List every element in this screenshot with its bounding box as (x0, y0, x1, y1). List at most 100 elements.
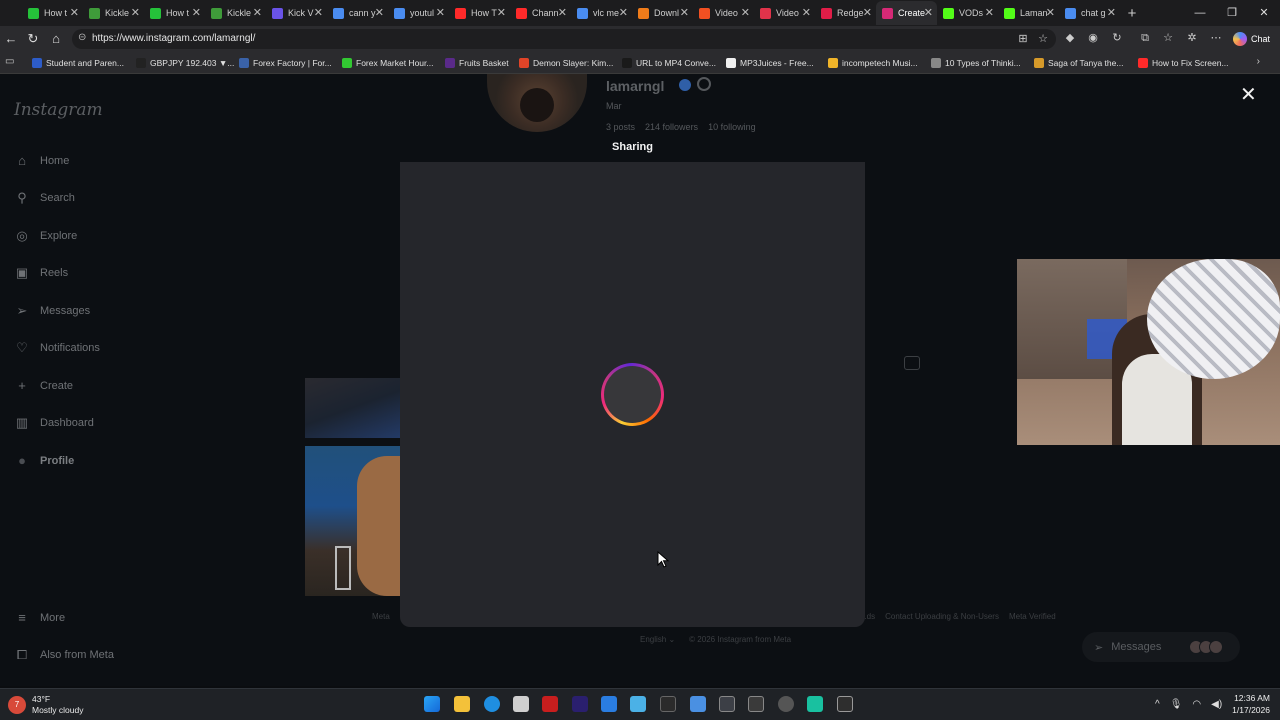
close-modal-icon[interactable]: ✕ (1240, 82, 1257, 107)
bookmark-item[interactable]: GBPJPY 192.403 ▼... (136, 56, 234, 70)
browser-tab[interactable]: cann y ✕ (327, 1, 388, 25)
app-f-icon[interactable] (660, 696, 676, 712)
wifi-icon[interactable]: ◠ (1192, 699, 1201, 710)
followers-count[interactable]: 214 followers (645, 122, 698, 132)
favorites-icon[interactable]: ☆ (1161, 31, 1175, 45)
sidebar-item-create[interactable]: + Create (14, 376, 73, 396)
profile-avatar[interactable] (487, 74, 587, 132)
browser-tab[interactable]: How t ✕ (22, 1, 83, 25)
home-browser-icon[interactable]: ⌂ (47, 30, 65, 48)
volume-icon[interactable]: ◀) (1211, 699, 1222, 710)
refresh-extension-icon[interactable]: ↻ (1110, 31, 1124, 45)
tab-close-icon[interactable]: ✕ (619, 6, 628, 19)
bookmark-item[interactable]: Student and Paren... (32, 56, 124, 70)
app-green-icon[interactable] (807, 696, 823, 712)
calculator-icon[interactable] (748, 696, 764, 712)
bookmark-item[interactable]: MP3Juices - Free... (726, 56, 814, 70)
browser-tab[interactable]: Redge ✕ (815, 1, 876, 25)
more-menu-icon[interactable]: ⋯ (1209, 31, 1223, 45)
tab-close-icon[interactable]: ✕ (802, 6, 811, 19)
clock[interactable]: 12:36 AM 1/17/2026 (1232, 692, 1270, 716)
extension-diamond-icon[interactable]: ◆ (1063, 31, 1077, 45)
browser-tab[interactable]: Video ✕ (693, 1, 754, 25)
file-explorer-icon[interactable] (454, 696, 470, 712)
sidebar-item-more[interactable]: ≡ More (14, 608, 65, 628)
app-cyan-icon[interactable] (630, 696, 646, 712)
bookmark-item[interactable]: How to Fix Screen... (1138, 56, 1229, 70)
tab-close-icon[interactable]: ✕ (131, 6, 140, 19)
browser-tab[interactable]: vlc me ✕ (571, 1, 632, 25)
settings-gear-icon[interactable] (697, 77, 711, 91)
close-window-icon[interactable]: ✕ (1248, 0, 1280, 26)
sidebar-item-messages[interactable]: ➢ Messages (14, 301, 91, 321)
bookmark-item[interactable]: Saga of Tanya the... (1034, 56, 1123, 70)
tab-close-icon[interactable]: ✕ (375, 6, 384, 19)
sidebar-item-profile[interactable]: ● Profile (14, 451, 74, 471)
capcut-icon[interactable] (837, 696, 853, 712)
favorite-star-icon[interactable]: ☆ (1036, 32, 1050, 46)
minimize-icon[interactable]: — (1184, 0, 1216, 26)
bookmark-item[interactable]: Fruits Basket (445, 56, 509, 70)
browser-tab[interactable]: Kick V ✕ (266, 1, 327, 25)
back-icon[interactable]: ← (2, 30, 20, 48)
bookmark-item[interactable]: URL to MP4 Conve... (622, 56, 716, 70)
site-info-icon[interactable]: ⊝ (78, 32, 86, 43)
app-red-icon[interactable] (542, 696, 558, 712)
following-count[interactable]: 10 following (708, 122, 756, 132)
microphone-icon[interactable]: 🎙 (1170, 699, 1183, 710)
reading-view-icon[interactable]: ▭ (5, 56, 14, 67)
tab-close-icon[interactable]: ✕ (924, 6, 933, 19)
posts-count[interactable]: 3 posts (606, 122, 635, 132)
tab-close-icon[interactable]: ✕ (741, 6, 750, 19)
post-thumbnail[interactable] (305, 378, 400, 438)
browser-tab[interactable]: Kickle ✕ (83, 1, 144, 25)
copilot-chat-button[interactable]: Chat (1232, 30, 1270, 48)
edge-browser-icon[interactable] (484, 696, 500, 712)
tab-close-icon[interactable]: ✕ (314, 6, 323, 19)
tab-close-icon[interactable]: ✕ (436, 6, 445, 19)
obs-icon[interactable] (778, 696, 794, 712)
instagram-logo[interactable]: Instagram (14, 100, 103, 120)
tab-close-icon[interactable]: ✕ (1046, 6, 1055, 19)
tab-close-icon[interactable]: ✕ (680, 6, 689, 19)
sidebar-item-home[interactable]: ⌂ Home (14, 151, 69, 171)
sidebar-item-dashboard[interactable]: ▥ Dashboard (14, 413, 94, 433)
split-screen-icon[interactable]: ⧉ (1138, 31, 1152, 45)
browser-tab[interactable]: chat g ✕ (1059, 1, 1120, 25)
browser-tab[interactable]: Laman ✕ (998, 1, 1059, 25)
browser-tab[interactable]: Kickle ✕ (205, 1, 266, 25)
camera-icon[interactable] (904, 356, 920, 370)
tab-close-icon[interactable]: ✕ (253, 6, 262, 19)
app-available-icon[interactable]: ⊞ (1016, 32, 1030, 46)
bookmark-item[interactable]: Forex Market Hour... (342, 56, 433, 70)
bookmark-item[interactable]: incompetech Musi... (828, 56, 918, 70)
chevron-up-icon[interactable]: ^ (1155, 699, 1160, 710)
start-windows-icon[interactable] (424, 696, 440, 712)
url-text[interactable]: https://www.instagram.com/lamarngl/ (92, 33, 255, 44)
browser-tab[interactable]: How t ✕ (144, 1, 205, 25)
tab-close-icon[interactable]: ✕ (1107, 6, 1116, 19)
reload-icon[interactable]: ↻ (24, 30, 42, 48)
tab-close-icon[interactable]: ✕ (985, 6, 994, 19)
browser-tab[interactable]: youtul ✕ (388, 1, 449, 25)
tab-close-icon[interactable]: ✕ (863, 6, 872, 19)
bookmark-item[interactable]: Forex Factory | For... (239, 56, 332, 70)
browser-tab[interactable]: VODs ✕ (937, 1, 998, 25)
tab-close-icon[interactable]: ✕ (192, 6, 201, 19)
browser-tab[interactable]: Create ✕ (876, 1, 937, 25)
extension-color-icon[interactable]: ◉ (1086, 31, 1100, 45)
app-window-icon[interactable] (690, 696, 706, 712)
tab-close-icon[interactable]: ✕ (497, 6, 506, 19)
sidebar-item-notifications[interactable]: ♡ Notifications (14, 338, 100, 358)
app-disc-icon[interactable] (719, 696, 735, 712)
browser-tab[interactable]: Video ✕ (754, 1, 815, 25)
footer-link[interactable]: Contact Uploading & Non-Users (885, 612, 999, 621)
tab-close-icon[interactable]: ✕ (70, 6, 79, 19)
bookmark-item[interactable]: 10 Types of Thinki... (931, 56, 1021, 70)
sidebar-item-search[interactable]: ⚲ Search (14, 188, 75, 208)
bookmark-item[interactable]: Demon Slayer: Kim... (519, 56, 613, 70)
new-tab-button[interactable]: + (1120, 5, 1144, 22)
address-bar[interactable]: ⊝ https://www.instagram.com/lamarngl/ ⊞ … (72, 29, 1056, 49)
extensions-puzzle-icon[interactable]: ✲ (1185, 31, 1199, 45)
browser-tab[interactable]: Chann ✕ (510, 1, 571, 25)
